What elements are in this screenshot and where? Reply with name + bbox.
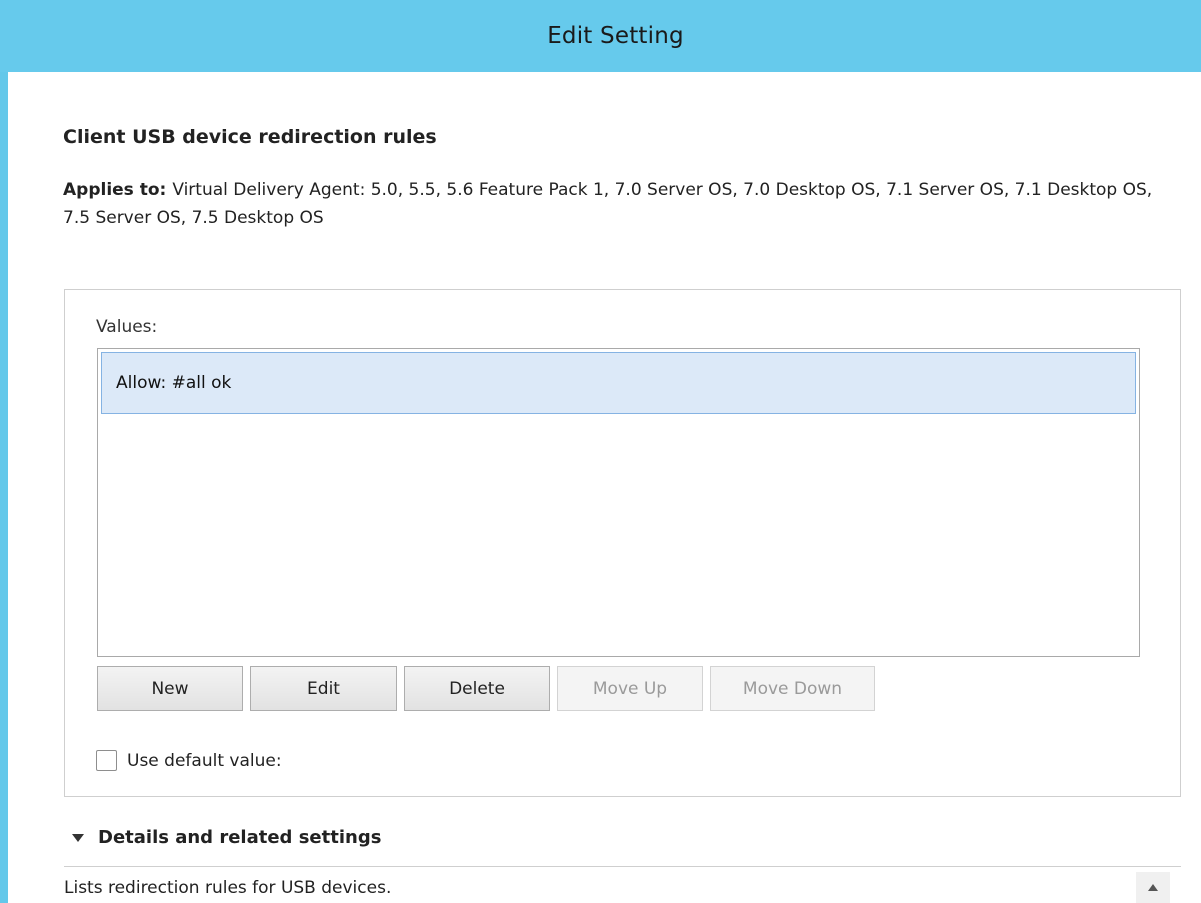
values-buttons: New Edit Delete Move Up Move Down (97, 666, 875, 711)
window-title: Edit Setting (547, 23, 684, 49)
triangle-down-icon (72, 833, 84, 842)
details-toggle[interactable]: Details and related settings (72, 827, 381, 848)
move-down-button[interactable]: Move Down (710, 666, 875, 711)
applies-to-label: Applies to: (63, 180, 167, 200)
delete-button[interactable]: Delete (404, 666, 550, 711)
title-bar: Edit Setting (0, 0, 1201, 72)
list-item[interactable]: Allow: #all ok (101, 352, 1136, 414)
edit-button[interactable]: Edit (250, 666, 397, 711)
applies-to: Applies to: Virtual Delivery Agent: 5.0, … (63, 176, 1173, 232)
values-label: Values: (96, 317, 158, 337)
use-default-label: Use default value: (127, 750, 282, 771)
window-left-edge (0, 0, 8, 903)
scroll-up-arrow-icon (1148, 884, 1158, 891)
setting-heading: Client USB device redirection rules (63, 126, 437, 148)
values-panel: Values: Allow: #all ok New Edit Delete M… (64, 289, 1181, 797)
new-button[interactable]: New (97, 666, 243, 711)
applies-to-text: Virtual Delivery Agent: 5.0, 5.5, 5.6 Fe… (63, 180, 1153, 228)
details-divider (64, 866, 1181, 867)
use-default-row: Use default value: (96, 750, 282, 771)
details-header-label: Details and related settings (98, 827, 382, 848)
move-up-button[interactable]: Move Up (557, 666, 703, 711)
use-default-checkbox[interactable] (96, 750, 117, 771)
values-list[interactable]: Allow: #all ok (97, 348, 1140, 657)
scroll-up-button[interactable] (1136, 872, 1170, 903)
details-description: Lists redirection rules for USB devices. (64, 878, 392, 898)
